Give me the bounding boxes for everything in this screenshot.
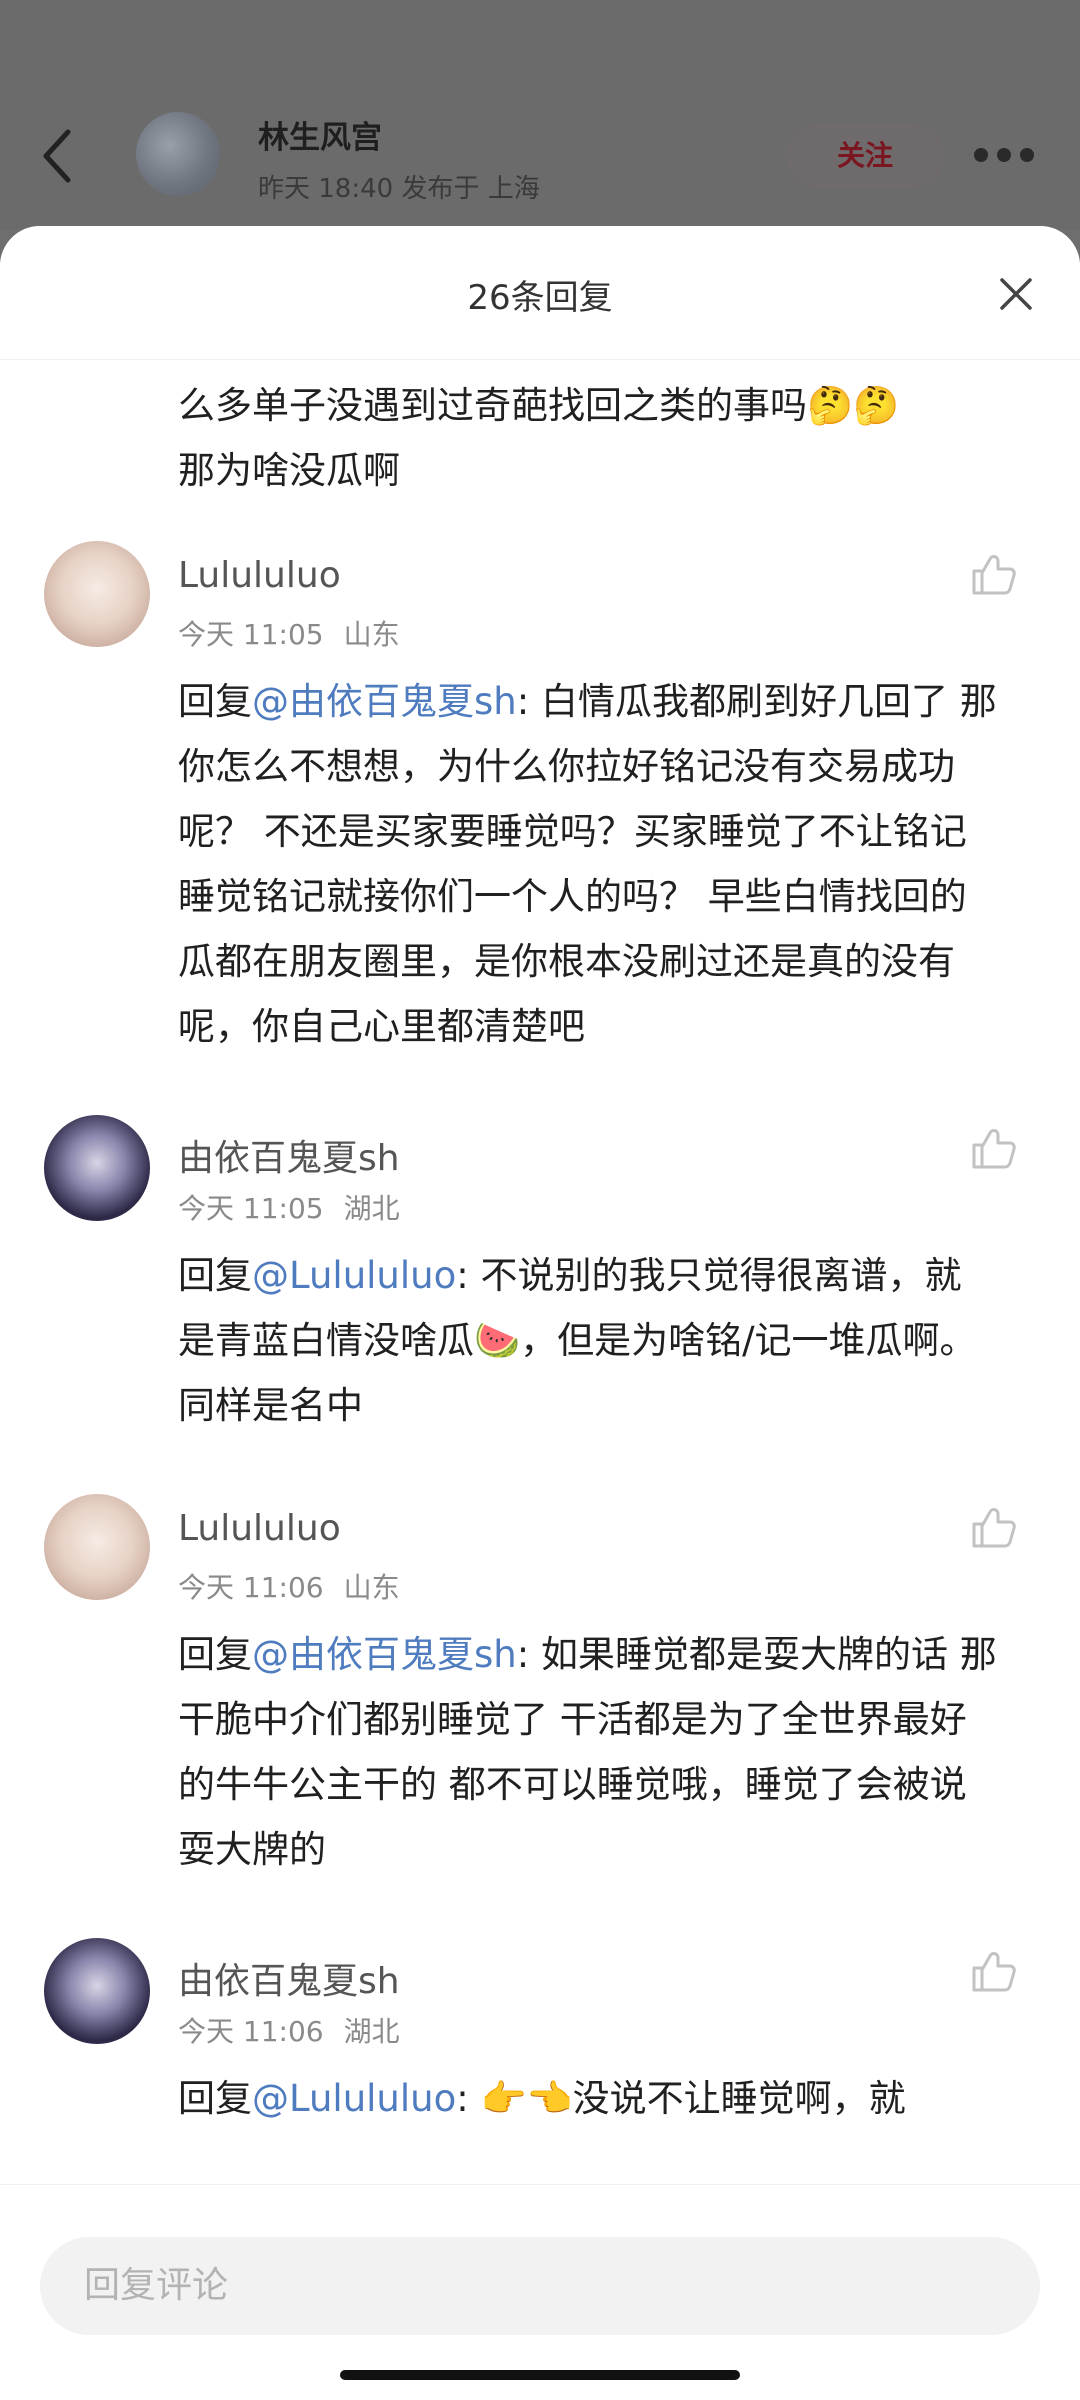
mention-link[interactable]: @由依百鬼夏sh [252, 680, 517, 723]
comment-time: 今天 11:06 [178, 2015, 324, 2048]
comment-location: 湖北 [343, 1192, 400, 1225]
close-icon[interactable] [996, 274, 1036, 314]
comment-text: 回复@由依百鬼夏sh: 白情瓜我都刷到好几回了 那你怎么不想想，为什么你拉好铭记… [178, 680, 997, 1048]
commenter-name[interactable]: Lulululuo [178, 555, 341, 596]
comment-text: 回复@Lulululuo: 不说别的我只觉得很离谱，就是青蓝白情没啥瓜🍉，但是为… [178, 1254, 977, 1427]
post-meta: 昨天 18:40 发布于 上海 [258, 174, 540, 204]
commenter-name[interactable]: 由依百鬼夏sh [178, 1952, 400, 2004]
comment-meta: 今天 11:06 山东 [178, 1566, 400, 1606]
reply-input[interactable]: 回复评论 [40, 2237, 1040, 2335]
comment-time: 今天 11:05 [178, 618, 324, 651]
comment-time: 今天 11:05 [178, 1192, 324, 1225]
author-name[interactable]: 林生风宫 [258, 112, 382, 157]
comment-location: 山东 [343, 1571, 400, 1604]
comment-time: 今天 11:06 [178, 1571, 324, 1604]
comment-item: 由依百鬼夏sh 今天 11:06 湖北 回复@Lulululuo: 👉👈没说不让睡… [0, 1938, 1080, 2131]
mention-link[interactable]: @Lulululuo [252, 2077, 456, 2120]
mention-link[interactable]: @由依百鬼夏sh [252, 1633, 517, 1676]
comment-meta: 今天 11:05 湖北 [178, 1187, 400, 1227]
back-arrow-icon[interactable] [38, 126, 78, 186]
avatar[interactable] [44, 1494, 150, 1600]
author-avatar[interactable] [136, 112, 220, 196]
mention-link[interactable]: @Lulululuo [252, 1254, 456, 1297]
like-icon[interactable] [968, 1123, 1018, 1173]
comment-meta: 今天 11:05 山东 [178, 613, 400, 653]
comment-location: 湖北 [343, 2015, 400, 2048]
comment-text: 回复@Lulululuo: 👉👈没说不让睡觉啊，就 [178, 2077, 906, 2120]
avatar[interactable] [44, 541, 150, 647]
like-icon[interactable] [968, 1502, 1018, 1552]
comment-item: Lulululuo 今天 11:05 山东 回复@由依百鬼夏sh: 白情瓜我都刷到… [0, 541, 1080, 1059]
comment-item: Lulululuo 今天 11:06 山东 回复@由依百鬼夏sh: 如果睡觉都是耍… [0, 1494, 1080, 1882]
replies-sheet: 26条回复 吗？就铭记瓜最多🙌🙌就是说别的干计接这 么多单子没遇到过奇葩找回之类… [0, 226, 1080, 2400]
truncated-comment-text: 吗？就铭记瓜最多🙌🙌就是说别的干计接这 么多单子没遇到过奇葩找回之类的事吗🤔🤔 … [178, 360, 900, 492]
home-indicator[interactable] [340, 2370, 740, 2380]
sheet-title: 26条回复 [467, 278, 613, 318]
avatar[interactable] [44, 1115, 150, 1221]
post-header: 林生风宫 昨天 18:40 发布于 上海 关注 [0, 0, 1080, 230]
comment-meta: 今天 11:06 湖北 [178, 2010, 400, 2050]
comment-item: 由依百鬼夏sh 今天 11:05 湖北 回复@Lulululuo: 不说别的我只觉… [0, 1115, 1080, 1438]
comment-text: 回复@由依百鬼夏sh: 如果睡觉都是耍大牌的话 那干脆中介们都别睡觉了 干活都是… [178, 1633, 997, 1871]
commenter-name[interactable]: Lulululuo [178, 1508, 341, 1549]
replies-list[interactable]: 吗？就铭记瓜最多🙌🙌就是说别的干计接这 么多单子没遇到过奇葩找回之类的事吗🤔🤔 … [0, 360, 1080, 2184]
more-options-icon[interactable] [974, 148, 1034, 164]
reply-input-bar: 回复评论 [0, 2184, 1080, 2400]
follow-button[interactable]: 关注 [786, 124, 944, 188]
commenter-name[interactable]: 由依百鬼夏sh [178, 1129, 400, 1181]
like-icon[interactable] [968, 549, 1018, 599]
comment-location: 山东 [343, 618, 400, 651]
avatar[interactable] [44, 1938, 150, 2044]
sheet-header: 26条回复 [0, 226, 1080, 360]
like-icon[interactable] [968, 1946, 1018, 1996]
